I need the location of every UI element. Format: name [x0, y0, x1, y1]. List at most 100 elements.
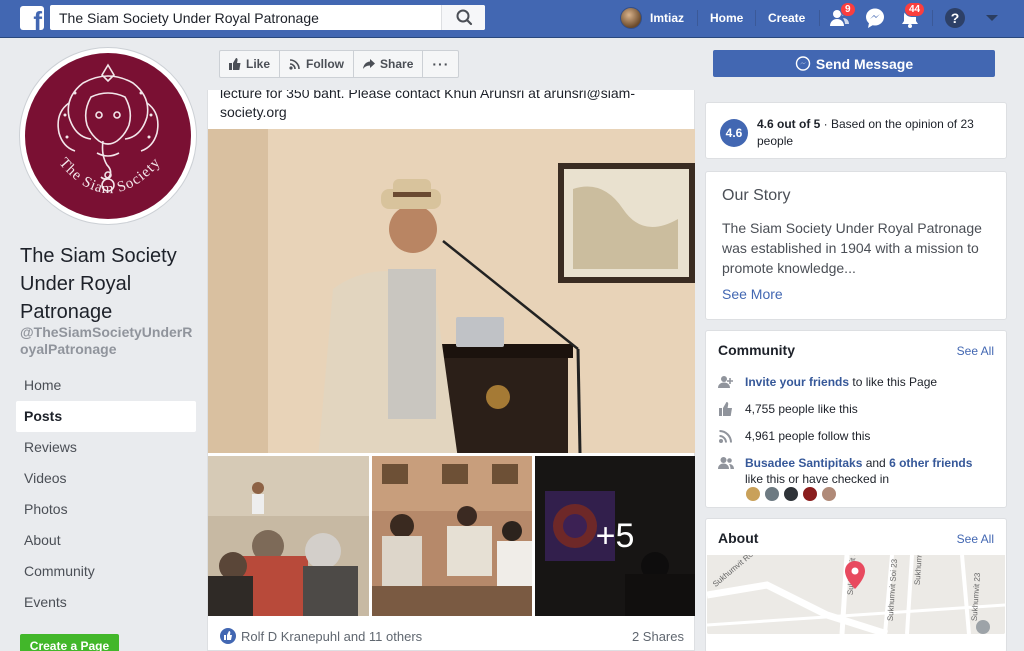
- sidebar-item-events[interactable]: Events: [16, 587, 196, 618]
- invite-friends-text: to like this Page: [849, 375, 938, 389]
- sidebar-item-videos[interactable]: Videos: [16, 463, 196, 494]
- invite-friends-icon: [718, 376, 733, 388]
- reactions-count[interactable]: Rolf D Kranepuhl and 11 others: [241, 629, 422, 644]
- page-info-column: Send Message 4.6 4.6 out of 5 · Based on…: [705, 38, 1007, 651]
- top-navigation-bar: f Imtiaz Home Create 9: [0, 0, 1024, 38]
- follow-page-button[interactable]: Follow: [280, 51, 355, 77]
- follows-count: 4,961 people follow this: [745, 429, 871, 443]
- page-handle[interactable]: @TheSiamSocietyUnderRoyalPatronage: [20, 324, 200, 358]
- more-photos-overlay[interactable]: +5: [535, 456, 695, 616]
- rating-score[interactable]: 4.6 out of 5: [757, 117, 820, 131]
- send-message-label: Send Message: [815, 55, 914, 72]
- post-photo-thumb-3[interactable]: +5: [535, 456, 695, 616]
- messenger-icon: [795, 55, 811, 71]
- search-input[interactable]: [50, 5, 440, 30]
- other-friends-link[interactable]: 6 other friends: [889, 456, 972, 470]
- main-feed: lecture for 350 baht. Please contact Khu…: [207, 38, 695, 651]
- about-title[interactable]: About: [718, 530, 758, 546]
- nav-divider: [697, 10, 698, 26]
- community-title[interactable]: Community: [718, 342, 795, 358]
- invite-friends-row: Invite your friends to like this Page: [718, 374, 998, 390]
- sidebar-item-about[interactable]: About: [16, 525, 196, 556]
- sidebar-item-community[interactable]: Community: [16, 556, 196, 587]
- avatar[interactable]: [745, 486, 761, 502]
- community-see-all-link[interactable]: See All: [957, 344, 994, 358]
- messenger-button[interactable]: [863, 6, 887, 30]
- post-photo-thumb-2[interactable]: [372, 456, 532, 616]
- shares-count[interactable]: 2 Shares: [632, 629, 684, 644]
- create-link[interactable]: Create: [768, 11, 805, 25]
- page-action-bar: Like Follow Share ···: [207, 38, 695, 90]
- likes-row: 4,755 people like this: [718, 401, 998, 417]
- share-page-button[interactable]: Share: [354, 51, 424, 77]
- invite-friends-link[interactable]: Invite your friends: [745, 375, 849, 389]
- page-profile-picture[interactable]: The Siam Society: [20, 48, 196, 224]
- our-story-title: Our Story: [722, 187, 791, 204]
- more-options-button[interactable]: ···: [423, 51, 458, 77]
- audience-photo: [372, 456, 532, 616]
- likes-count: 4,755 people like this: [745, 402, 858, 416]
- page-action-buttons: Like Follow Share ···: [219, 50, 460, 78]
- friends-like-text: like this or have checked in: [745, 472, 890, 486]
- map-info-icon[interactable]: [976, 620, 990, 634]
- sidebar-item-posts[interactable]: Posts: [16, 401, 196, 432]
- friend-avatars: [745, 486, 840, 502]
- share-arrow-icon: [363, 59, 376, 69]
- page-sidebar: The Siam Society The Siam Society Under …: [0, 38, 205, 651]
- avatar: [620, 7, 642, 29]
- street-map: Sukhumvit Road Sukhumvit Soi 19 Sukhumvi…: [707, 555, 1005, 634]
- speaker-photo: [208, 129, 695, 453]
- our-story-card[interactable]: Our Story The Siam Society Under Royal P…: [705, 171, 1007, 320]
- friend-name-link[interactable]: Busadee Santipitaks: [745, 456, 862, 470]
- follows-row: 4,961 people follow this: [718, 428, 998, 444]
- avatar[interactable]: [821, 486, 837, 502]
- about-see-all-link[interactable]: See All: [957, 532, 994, 546]
- post-photo-main[interactable]: [208, 129, 695, 453]
- rating-badge[interactable]: 4.6: [720, 119, 748, 147]
- rating-summary: 4.6 out of 5 · Based on the opinion of 2…: [757, 116, 997, 150]
- send-message-button[interactable]: Send Message: [713, 50, 995, 77]
- search-bar: [50, 5, 485, 30]
- sidebar-item-home[interactable]: Home: [16, 370, 196, 401]
- audience-photo: [208, 456, 369, 616]
- about-card: About See All Sukhumvit Road Sukhumvit S…: [705, 518, 1007, 651]
- more-options-icon: ···: [432, 56, 450, 72]
- our-story-text: The Siam Society Under Royal Patronage w…: [722, 220, 982, 276]
- nav-divider: [819, 10, 820, 26]
- post-card: lecture for 350 baht. Please contact Khu…: [207, 85, 695, 651]
- help-button[interactable]: ?: [943, 6, 967, 30]
- messenger-icon: [866, 8, 884, 28]
- like-page-button[interactable]: Like: [220, 51, 281, 77]
- account-menu-button[interactable]: [980, 6, 1004, 30]
- post-photo-thumb-1[interactable]: [208, 456, 369, 616]
- nav-divider: [755, 10, 756, 26]
- siam-society-logo: The Siam Society: [25, 53, 191, 219]
- follow-label: Follow: [306, 57, 345, 71]
- page-title[interactable]: The Siam Society Under Royal Patronage: [20, 242, 200, 326]
- home-link[interactable]: Home: [710, 11, 743, 25]
- profile-link[interactable]: Imtiaz: [620, 6, 684, 30]
- sidebar-item-photos[interactable]: Photos: [16, 494, 196, 525]
- facebook-logo-icon[interactable]: f: [20, 6, 44, 30]
- see-more-link[interactable]: See More: [722, 286, 783, 302]
- friends-icon: [718, 457, 734, 469]
- avatar[interactable]: [783, 486, 799, 502]
- like-label: Like: [246, 57, 271, 71]
- search-button[interactable]: [441, 5, 485, 30]
- create-page-button[interactable]: Create a Page: [20, 634, 119, 651]
- rss-icon: [719, 430, 732, 443]
- caret-down-icon: [986, 15, 998, 21]
- nav-divider: [932, 10, 933, 26]
- post-reactions-bar: Rolf D Kranepuhl and 11 others 2 Shares: [220, 626, 684, 646]
- friend-and-text: and: [862, 456, 890, 470]
- elephant-emblem-icon: The Siam Society: [56, 63, 163, 197]
- sidebar-item-reviews[interactable]: Reviews: [16, 432, 196, 463]
- friend-requests-badge: 9: [840, 2, 856, 17]
- friend-requests-button[interactable]: 9: [828, 2, 856, 30]
- friends-like-row: Busadee Santipitaks and 6 other friends l…: [718, 455, 998, 487]
- avatar[interactable]: [802, 486, 818, 502]
- avatar[interactable]: [764, 486, 780, 502]
- notifications-button[interactable]: 44: [898, 2, 926, 30]
- location-map[interactable]: Sukhumvit Road Sukhumvit Soi 19 Sukhumvi…: [707, 555, 1005, 634]
- rating-card: 4.6 4.6 out of 5 · Based on the opinion …: [705, 102, 1007, 159]
